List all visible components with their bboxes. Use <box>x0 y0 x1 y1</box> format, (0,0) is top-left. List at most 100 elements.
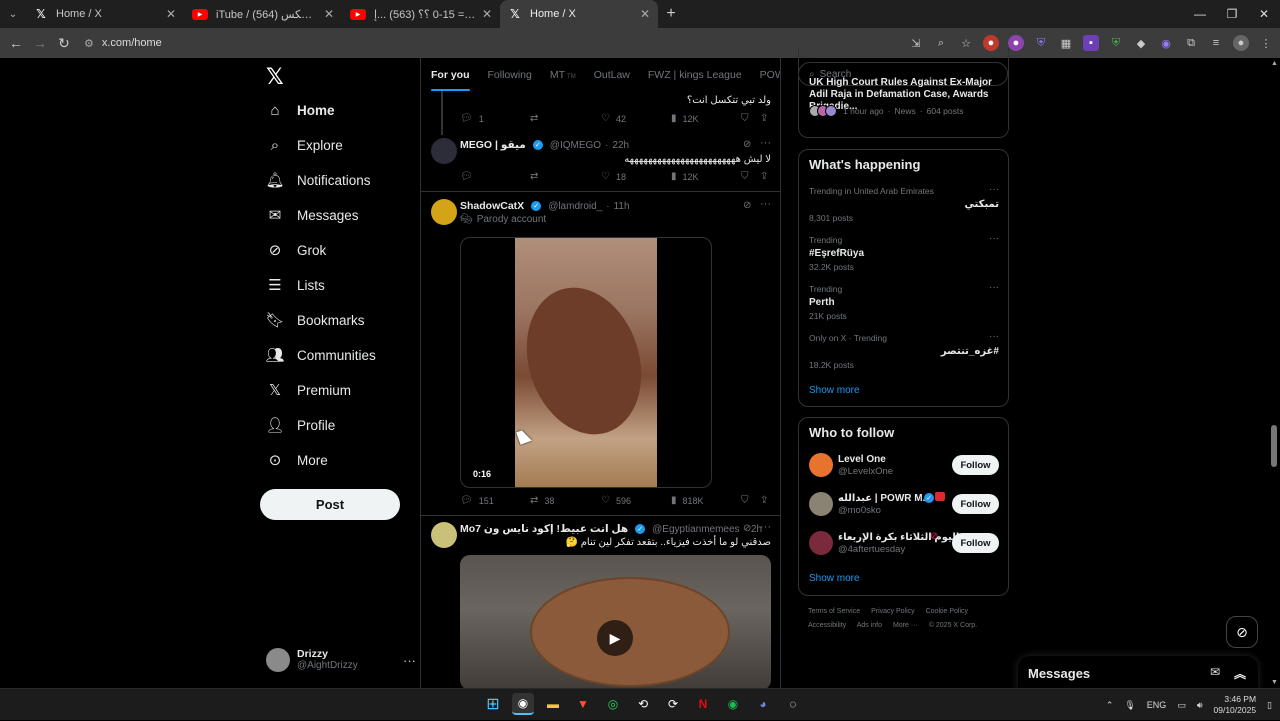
expand-chevron-icon[interactable]: ︽ <box>1234 665 1246 682</box>
footer-link-privacy[interactable]: Privacy Policy <box>871 608 915 615</box>
avatar[interactable] <box>431 138 457 164</box>
author-handle[interactable]: @IQMEGO <box>550 140 601 151</box>
extensions-puzzle-icon[interactable]: ⧉ <box>1183 35 1199 51</box>
share-button[interactable]: ⇪ <box>760 113 768 124</box>
grok-explain-icon[interactable]: ⊘ <box>743 139 751 150</box>
more-dots-icon[interactable]: ··· <box>989 331 999 342</box>
browser-tab-active[interactable]: 𝕏 Home / X ✕ <box>500 0 658 28</box>
spotify-icon[interactable]: ◉ <box>722 693 744 715</box>
tab-close-icon[interactable]: ✕ <box>324 7 334 21</box>
browser-tab[interactable]: ▶ أول فوت = 15-0 ؟؟ (563) ...إ ✕ <box>342 0 500 28</box>
app-icon[interactable]: ◌ <box>782 693 804 715</box>
video-player[interactable]: ▶ <box>460 555 771 688</box>
extension-icon[interactable]: ▦ <box>1058 35 1074 51</box>
grok-explain-icon[interactable]: ⊘ <box>743 523 751 534</box>
sidebar-item-notifications[interactable]: 🔔︎ Notifications <box>265 165 370 195</box>
follow-button[interactable]: Follow <box>952 455 999 475</box>
sidebar-item-profile[interactable]: 👤︎ Profile <box>265 410 335 440</box>
forward-arrow-icon[interactable]: → <box>28 35 52 51</box>
share-button[interactable]: ⇪ <box>760 495 768 506</box>
views-button[interactable]: ▮ 12K <box>671 171 699 182</box>
extension-shield-icon[interactable]: ⛨ <box>1108 35 1124 51</box>
extension-icon[interactable]: ▪ <box>1083 35 1099 51</box>
page-scrollbar[interactable]: ▲ ▼ <box>1269 58 1280 688</box>
show-more-link[interactable]: Show more <box>809 385 860 396</box>
site-info-icon[interactable]: ⚙ <box>84 37 94 50</box>
tab-close-icon[interactable]: ✕ <box>166 7 176 21</box>
sidebar-item-home[interactable]: ⌂ Home <box>266 95 334 125</box>
minimize-icon[interactable]: — <box>1184 0 1216 28</box>
windows-start-icon[interactable]: ⊞ <box>482 693 504 715</box>
author-handle[interactable]: @Egyptianmemees <box>652 524 739 535</box>
extension-eye-icon[interactable]: ◉ <box>1158 35 1174 51</box>
media-icon[interactable]: ≡ <box>1208 35 1224 51</box>
microphone-icon[interactable]: 🎙︎ <box>1124 700 1135 711</box>
tab-following[interactable]: Following <box>488 69 532 81</box>
sidebar-item-grok[interactable]: ⊘ Grok <box>266 235 327 265</box>
more-dots-icon[interactable]: ··· <box>760 198 771 210</box>
account-switcher[interactable]: Drizzy @AightDrizzy ··· <box>266 648 416 672</box>
news-card[interactable]: UK High Court Rules Against Ex-Major Adi… <box>798 48 1009 138</box>
profile-avatar-icon[interactable]: ● <box>1233 35 1249 51</box>
retweet-button[interactable]: ⇄ <box>530 113 538 124</box>
reload-icon[interactable]: ↻ <box>52 35 76 52</box>
trend-item[interactable]: Trending Perth 21K posts ··· <box>809 282 999 321</box>
footer-link-ads-info[interactable]: Ads info <box>857 622 882 629</box>
more-dots-icon[interactable]: ··· <box>403 653 416 668</box>
footer-link-accessibility[interactable]: Accessibility <box>808 622 846 629</box>
tab-close-icon[interactable]: ✕ <box>482 7 492 21</box>
extension-icon[interactable]: ◆ <box>1133 35 1149 51</box>
whatsapp-icon[interactable]: ◎ <box>602 693 624 715</box>
scroll-up-icon[interactable]: ▲ <box>1271 60 1278 67</box>
messages-drawer[interactable]: Messages ✉ ︽ <box>1018 656 1258 690</box>
author-name[interactable]: Mo7 هل انت عبيط! إكود نايس ون <box>460 523 628 535</box>
footer-link-more[interactable]: More ··· <box>893 622 918 629</box>
extension-shield-icon[interactable]: ⛨ <box>1033 35 1049 51</box>
trend-item[interactable]: Trending #EşrefRüya 32.2K posts ··· <box>809 233 999 272</box>
tweet-time[interactable]: 22h <box>612 140 629 151</box>
like-button[interactable]: ♡ 596 <box>601 495 631 506</box>
clock[interactable]: 3:46 PM 09/10/2025 <box>1214 694 1257 716</box>
extension-icon[interactable]: ● <box>1008 35 1024 51</box>
new-message-icon[interactable]: ✉ <box>1210 665 1220 679</box>
share-button[interactable]: ⇪ <box>760 171 768 182</box>
tab-outlaw[interactable]: OutLaw <box>594 69 630 81</box>
follow-button[interactable]: Follow <box>952 494 999 514</box>
browser-menu-icon[interactable]: ⋮ <box>1258 35 1274 51</box>
file-explorer-icon[interactable]: ▬ <box>542 693 564 715</box>
app-icon[interactable]: ⟳ <box>662 693 684 715</box>
more-dots-icon[interactable]: ··· <box>760 521 771 533</box>
play-icon[interactable]: ▶ <box>597 620 633 656</box>
back-arrow-icon[interactable]: ← <box>4 35 28 51</box>
views-button[interactable]: ▮ 12K <box>671 113 699 124</box>
author-name[interactable]: ShadowCatX <box>460 200 524 212</box>
grok-floating-button[interactable]: ⊘ <box>1226 616 1258 648</box>
tab-mt[interactable]: MT TM <box>550 69 576 81</box>
avatar[interactable] <box>431 199 457 225</box>
more-dots-icon[interactable]: ··· <box>989 233 999 244</box>
url-field[interactable]: ⚙ x.com/home <box>84 37 162 50</box>
bookmark-button[interactable]: ⛉ <box>741 113 749 124</box>
more-dots-icon[interactable]: ··· <box>989 184 999 195</box>
tab-powr[interactable]: POWR | ور <box>760 69 780 81</box>
post-button[interactable]: Post <box>260 489 400 520</box>
footer-link-terms[interactable]: Terms of Service <box>808 608 860 615</box>
maximize-icon[interactable]: ❐ <box>1216 0 1248 28</box>
language-indicator[interactable]: ENG <box>1147 700 1167 710</box>
sidebar-item-bookmarks[interactable]: 🔖︎ Bookmarks <box>265 305 364 335</box>
chrome-icon[interactable]: ◉ <box>512 693 534 715</box>
netflix-icon[interactable]: N <box>692 693 714 715</box>
more-dots-icon[interactable]: ··· <box>989 282 999 293</box>
sidebar-item-more[interactable]: ⊙ More <box>266 445 328 475</box>
browser-tab[interactable]: 𝕏 Home / X ✕ <box>26 0 184 28</box>
brave-icon[interactable]: ▼ <box>572 693 594 715</box>
footer-link-cookies[interactable]: Cookie Policy <box>926 608 968 615</box>
follow-suggestion[interactable]: عبدالله | POWR M... ✓ @mo0sko Follow <box>809 492 999 520</box>
tab-close-icon[interactable]: ✕ <box>640 7 650 21</box>
browser-tab[interactable]: ▶ iTube / باطير البلاد ريمكس (564) ✕ <box>184 0 342 28</box>
sidebar-item-explore[interactable]: ⌕ Explore <box>266 130 343 160</box>
follow-suggestion[interactable]: Level One @LevelxOne Follow <box>809 453 999 481</box>
grok-explain-icon[interactable]: ⊘ <box>743 200 751 211</box>
trend-item[interactable]: Trending in United Arab Emirates تمبكتي … <box>809 184 999 223</box>
sidebar-item-messages[interactable]: ✉ Messages <box>266 200 359 230</box>
